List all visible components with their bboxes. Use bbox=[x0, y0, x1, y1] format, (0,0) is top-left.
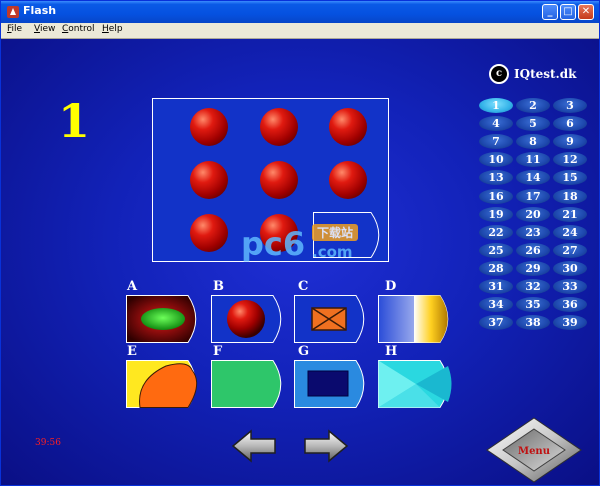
flash-app-icon bbox=[7, 6, 19, 18]
option-e[interactable] bbox=[126, 360, 204, 408]
next-arrow-button[interactable] bbox=[303, 429, 349, 463]
option-f[interactable] bbox=[211, 360, 289, 408]
question-button-8[interactable]: 8 bbox=[516, 134, 550, 149]
minimize-button[interactable]: _ bbox=[542, 4, 558, 20]
option-letter-f: F bbox=[213, 344, 223, 359]
puzzle-cell-3-1 bbox=[190, 214, 228, 252]
question-button-25[interactable]: 25 bbox=[479, 243, 513, 258]
question-button-23[interactable]: 23 bbox=[516, 225, 550, 240]
puzzle-cell-1-2 bbox=[260, 108, 298, 146]
option-letter-d: D bbox=[385, 279, 397, 294]
question-button-29[interactable]: 29 bbox=[516, 261, 550, 276]
question-button-12[interactable]: 12 bbox=[553, 152, 587, 167]
question-button-17[interactable]: 17 bbox=[516, 189, 550, 204]
question-button-19[interactable]: 19 bbox=[479, 207, 513, 222]
menu-view[interactable]: View bbox=[34, 24, 55, 34]
question-button-28[interactable]: 28 bbox=[479, 261, 513, 276]
option-b[interactable] bbox=[211, 295, 289, 343]
option-h[interactable] bbox=[378, 360, 456, 408]
option-letter-a: A bbox=[127, 279, 138, 294]
green-ellipse-icon bbox=[141, 308, 185, 330]
menu-button-label: Menu bbox=[518, 446, 550, 457]
question-button-10[interactable]: 10 bbox=[479, 152, 513, 167]
question-button-9[interactable]: 9 bbox=[553, 134, 587, 149]
option-c[interactable] bbox=[294, 295, 372, 343]
question-button-36[interactable]: 36 bbox=[553, 297, 587, 312]
logo-text: IQtest.dk bbox=[514, 67, 577, 81]
puzzle-cell-1-1 bbox=[190, 108, 228, 146]
question-button-27[interactable]: 27 bbox=[553, 243, 587, 258]
option-letter-e: E bbox=[127, 344, 137, 359]
red-sphere-icon bbox=[227, 300, 265, 338]
question-button-30[interactable]: 30 bbox=[553, 261, 587, 276]
minimize-icon: _ bbox=[547, 6, 553, 17]
question-button-37[interactable]: 37 bbox=[479, 315, 513, 330]
question-button-24[interactable]: 24 bbox=[553, 225, 587, 240]
question-button-31[interactable]: 31 bbox=[479, 279, 513, 294]
question-button-7[interactable]: 7 bbox=[479, 134, 513, 149]
question-button-34[interactable]: 34 bbox=[479, 297, 513, 312]
menu-button[interactable]: Menu bbox=[486, 417, 582, 483]
question-button-4[interactable]: 4 bbox=[479, 116, 513, 131]
watermark-domain: .com bbox=[312, 243, 353, 261]
option-letter-g: G bbox=[298, 344, 310, 359]
question-button-11[interactable]: 11 bbox=[516, 152, 550, 167]
arrow-left-icon bbox=[231, 429, 276, 463]
question-button-2[interactable]: 2 bbox=[516, 98, 550, 113]
question-button-14[interactable]: 14 bbox=[516, 170, 550, 185]
application-window: Flash _ □ ✕ File View Control Help 1 c I… bbox=[0, 0, 600, 486]
window-title: Flash bbox=[23, 4, 57, 17]
question-button-38[interactable]: 38 bbox=[516, 315, 550, 330]
watermark-tag: 下载站 bbox=[317, 225, 353, 240]
option-letter-b: B bbox=[213, 279, 224, 294]
envelope-icon bbox=[311, 307, 347, 331]
question-button-22[interactable]: 22 bbox=[479, 225, 513, 240]
question-button-15[interactable]: 15 bbox=[553, 170, 587, 185]
maximize-button[interactable]: □ bbox=[560, 4, 576, 20]
question-button-18[interactable]: 18 bbox=[553, 189, 587, 204]
option-g[interactable] bbox=[294, 360, 372, 408]
question-button-32[interactable]: 32 bbox=[516, 279, 550, 294]
close-icon: ✕ bbox=[581, 6, 591, 17]
question-button-6[interactable]: 6 bbox=[553, 116, 587, 131]
question-number: 1 bbox=[58, 94, 91, 148]
iqtest-logo: c IQtest.dk bbox=[489, 64, 576, 84]
previous-arrow-button[interactable] bbox=[231, 429, 277, 463]
question-button-39[interactable]: 39 bbox=[553, 315, 587, 330]
question-button-33[interactable]: 33 bbox=[553, 279, 587, 294]
question-button-35[interactable]: 35 bbox=[516, 297, 550, 312]
menu-file[interactable]: File bbox=[7, 24, 22, 34]
arrow-right-icon bbox=[304, 429, 349, 463]
question-button-21[interactable]: 21 bbox=[553, 207, 587, 222]
title-bar[interactable]: Flash _ □ ✕ bbox=[1, 1, 599, 23]
game-stage: 1 c IQtest.dk pc6 下载站 .com 1 2 3 4 5 6 7 8 9 10 11… bbox=[1, 39, 599, 485]
pc6-watermark: pc6 下载站 .com bbox=[241, 224, 358, 263]
menu-help[interactable]: Help bbox=[102, 24, 123, 34]
question-button-5[interactable]: 5 bbox=[516, 116, 550, 131]
copyright-mark-icon: c bbox=[489, 64, 509, 84]
question-button-26[interactable]: 26 bbox=[516, 243, 550, 258]
puzzle-cell-1-3 bbox=[329, 108, 367, 146]
option-letter-h: H bbox=[385, 344, 398, 359]
puzzle-cell-2-2 bbox=[260, 161, 298, 199]
timer-display: 39:56 bbox=[35, 438, 61, 448]
watermark-brand: pc6 bbox=[241, 225, 305, 263]
question-button-3[interactable]: 3 bbox=[553, 98, 587, 113]
menu-bar: File View Control Help bbox=[1, 23, 599, 39]
maximize-icon: □ bbox=[563, 6, 573, 17]
puzzle-cell-2-1 bbox=[190, 161, 228, 199]
question-button-13[interactable]: 13 bbox=[479, 170, 513, 185]
question-button-1[interactable]: 1 bbox=[479, 98, 513, 113]
option-d[interactable] bbox=[378, 295, 456, 343]
close-button[interactable]: ✕ bbox=[578, 4, 594, 20]
puzzle-cell-2-3 bbox=[329, 161, 367, 199]
question-button-20[interactable]: 20 bbox=[516, 207, 550, 222]
option-a[interactable] bbox=[126, 295, 204, 343]
menu-control[interactable]: Control bbox=[62, 24, 95, 34]
option-letter-c: C bbox=[298, 279, 309, 294]
question-button-16[interactable]: 16 bbox=[479, 189, 513, 204]
